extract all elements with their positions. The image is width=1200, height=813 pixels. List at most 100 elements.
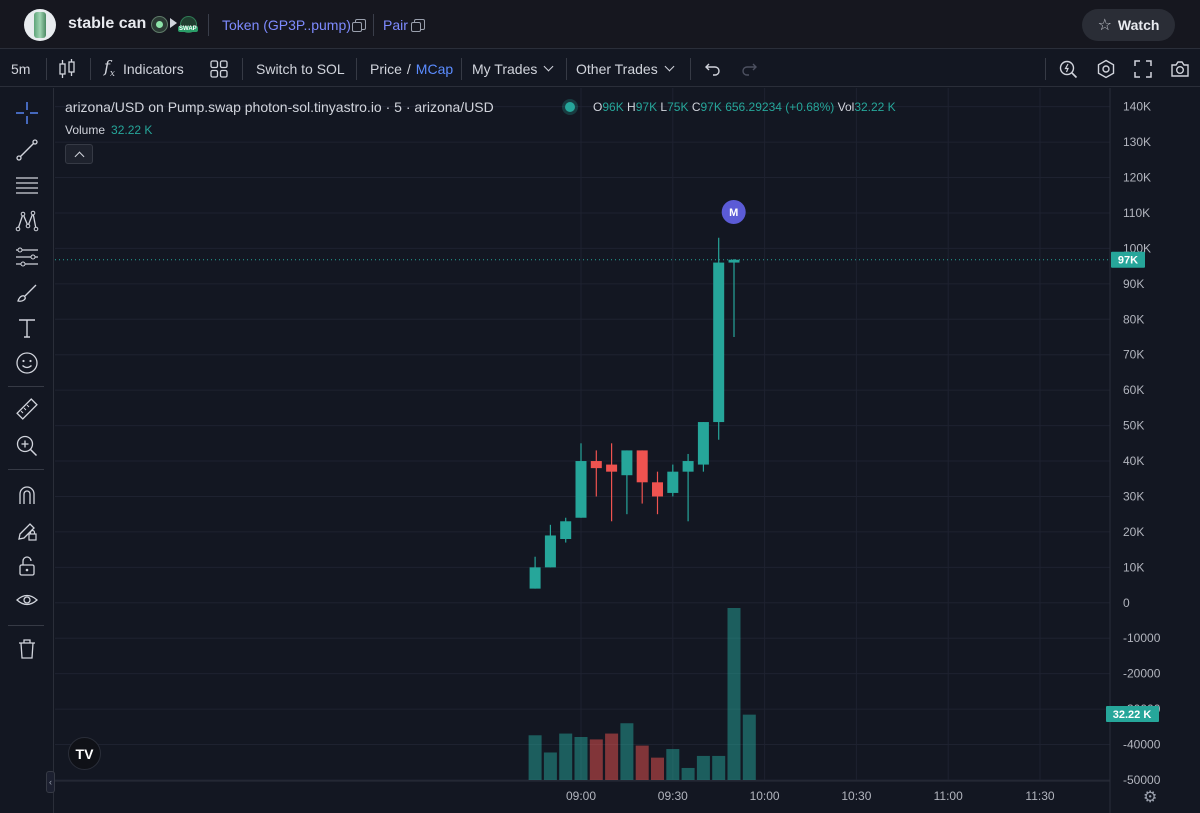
hide-drawings-tool[interactable] <box>12 585 42 615</box>
price-axis-label: 30K <box>1123 489 1144 503</box>
price-axis-label: 10K <box>1123 560 1144 574</box>
watch-button[interactable]: ☆ Watch <box>1082 9 1175 41</box>
zoom-tool[interactable] <box>12 431 42 461</box>
lock-all-tool[interactable] <box>12 551 42 581</box>
divider <box>690 58 691 80</box>
price-axis-label: 40K <box>1123 454 1144 468</box>
candle-body[interactable] <box>728 259 740 263</box>
pattern-icon <box>15 210 39 232</box>
symbol-legend[interactable]: arizona/USD on Pump.swap photon-sol.tiny… <box>65 99 494 115</box>
time-axis-label: 09:00 <box>566 789 596 803</box>
measure-tool[interactable] <box>12 394 42 424</box>
open-value: 96K <box>602 100 624 114</box>
candle-body[interactable] <box>636 450 648 483</box>
swap-badge-icon[interactable]: SWAP <box>178 16 198 33</box>
volume-bar <box>742 714 756 780</box>
price-axis-label: -20000 <box>1123 667 1161 681</box>
layouts-button[interactable] <box>210 50 228 87</box>
scale-settings-icon[interactable]: ⚙ <box>1143 787 1157 807</box>
collapse-toolbar-button[interactable]: ‹ <box>46 771 55 793</box>
remove-drawings-tool[interactable] <box>12 634 42 664</box>
eye-icon <box>16 594 38 606</box>
candle-type-button[interactable] <box>58 50 76 87</box>
time-axis-label: 11:00 <box>934 789 963 803</box>
token-address-link[interactable]: Token (GP3P..pump) <box>222 17 351 33</box>
chart-settings-button[interactable] <box>1096 50 1116 87</box>
price-axis-label: 140K <box>1123 100 1151 114</box>
fullscreen-button[interactable] <box>1134 50 1152 87</box>
candle-body[interactable] <box>621 450 633 476</box>
text-tool[interactable] <box>12 313 42 343</box>
candle-body[interactable] <box>560 521 572 540</box>
candles-icon <box>59 58 75 78</box>
time-axis-label: 09:30 <box>658 789 688 803</box>
camera-icon <box>1171 60 1189 77</box>
pump-badge-icon[interactable] <box>151 16 168 33</box>
token-name: stable can <box>68 15 147 32</box>
magnet-tool[interactable] <box>12 480 42 510</box>
volume-legend[interactable]: Volume 32.22 K <box>65 123 152 137</box>
candle-body[interactable] <box>544 535 556 568</box>
candle-body[interactable] <box>575 461 587 518</box>
change-value: 656.29234 (+0.68%) <box>725 100 835 114</box>
emoji-tool[interactable] <box>12 348 42 378</box>
price-mcap-toggle[interactable]: Price / MCap <box>370 50 453 87</box>
other-trades-label: Other Trades <box>576 60 658 77</box>
chevron-left-icon: ‹ <box>49 777 52 787</box>
prediction-tool[interactable] <box>12 242 42 272</box>
token-avatar[interactable] <box>24 9 56 41</box>
interval-selector[interactable]: 5m <box>11 50 30 87</box>
other-trades-dropdown[interactable]: Other Trades <box>576 50 675 87</box>
divider <box>46 58 47 80</box>
market-status-dot <box>565 102 575 112</box>
candle-body[interactable] <box>697 422 709 465</box>
copy-pair-icon[interactable] <box>411 19 425 32</box>
switch-to-sol-button[interactable]: Switch to SOL <box>256 50 345 87</box>
trash-icon <box>19 639 35 659</box>
redo-button[interactable] <box>740 50 758 87</box>
candle-body[interactable] <box>682 461 694 472</box>
crosshair-tool[interactable] <box>12 98 42 128</box>
candlestick-chart[interactable]: 140K130K120K110K100K90K80K70K60K50K40K30… <box>55 88 1200 813</box>
volume-bar <box>605 733 619 780</box>
candle-body[interactable] <box>667 471 679 493</box>
quick-search-button[interactable] <box>1058 50 1078 87</box>
indicators-button[interactable]: fx Indicators <box>104 50 184 87</box>
trend-line-icon <box>16 139 38 161</box>
tradingview-logo[interactable]: TV <box>68 737 101 770</box>
volume-bar <box>543 752 557 780</box>
volume-bar <box>620 723 634 780</box>
indicators-label: Indicators <box>123 60 184 77</box>
collapse-legend-button[interactable] <box>65 144 93 164</box>
brush-tool[interactable] <box>12 278 42 308</box>
crosshair-icon <box>16 102 38 124</box>
candle-body[interactable] <box>590 461 602 469</box>
pair-address-link[interactable]: Pair <box>383 17 408 33</box>
undo-button[interactable] <box>704 50 722 87</box>
price-axis-label: 0 <box>1123 596 1130 610</box>
candle-body[interactable] <box>529 567 541 589</box>
lock-drawing-tool[interactable] <box>12 516 42 546</box>
pattern-tool[interactable] <box>12 206 42 236</box>
volume-bar <box>528 735 542 780</box>
mcap-label: MCap <box>415 60 454 77</box>
forecast-icon <box>16 247 38 267</box>
trend-line-tool[interactable] <box>12 135 42 165</box>
undo-icon <box>705 63 720 76</box>
volume-bar <box>651 757 664 780</box>
volume-bar <box>727 608 741 780</box>
fib-lines-icon <box>16 177 38 194</box>
volume-bar <box>559 733 573 780</box>
candle-body[interactable] <box>713 262 725 423</box>
fib-tool[interactable] <box>12 170 42 200</box>
time-axis-label: 10:00 <box>750 789 780 803</box>
my-trades-dropdown[interactable]: My Trades <box>472 50 554 87</box>
candle-body[interactable] <box>606 464 618 472</box>
chevron-down-icon <box>664 61 675 72</box>
smiley-icon <box>16 352 38 374</box>
copy-token-icon[interactable] <box>352 19 366 32</box>
candle-body[interactable] <box>652 482 663 497</box>
screenshot-button[interactable] <box>1170 50 1190 87</box>
chart-area[interactable]: 140K 130K 120K 110K 100K 90K 80K 70K 60K 50K 40K 30… <box>55 88 1200 813</box>
volume-bar <box>589 739 603 780</box>
